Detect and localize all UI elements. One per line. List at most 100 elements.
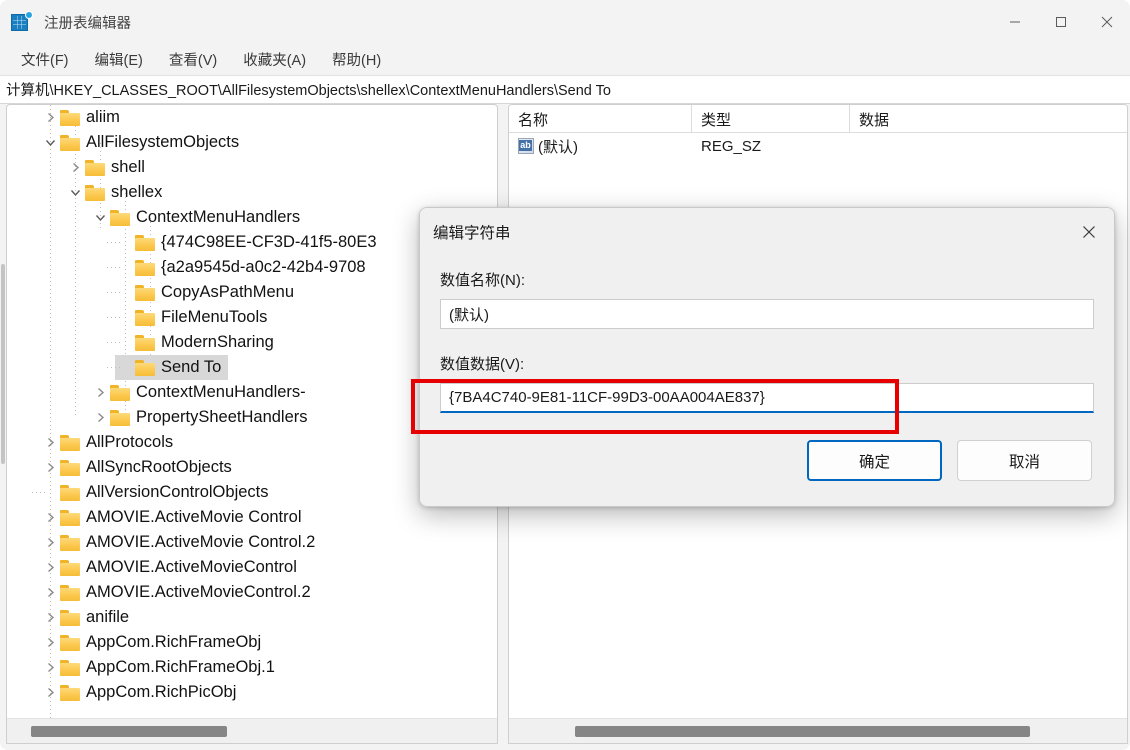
chevron-right-icon[interactable] <box>40 555 60 580</box>
value-name-cell: ab (默认) <box>509 136 692 157</box>
tree-item-label: shell <box>111 158 145 176</box>
tree-item-label: AMOVIE.ActiveMovie Control.2 <box>86 533 316 551</box>
address-bar[interactable]: 计算机\HKEY_CLASSES_ROOT\AllFilesystemObjec… <box>0 76 1130 104</box>
tree-item-label: anifile <box>86 608 130 626</box>
value-data-input[interactable]: {7BA4C740-9E81-11CF-99D3-00AA004AE837} <box>440 383 1094 413</box>
folder-icon <box>135 334 155 351</box>
dialog-close-icon[interactable] <box>1066 212 1112 252</box>
table-row[interactable]: ab (默认) REG_SZ <box>509 133 1127 159</box>
menu-favorites[interactable]: 收藏夹(A) <box>233 46 316 73</box>
tree-item-label: ModernSharing <box>161 333 274 351</box>
chevron-right-icon[interactable] <box>40 680 60 705</box>
value-name-input[interactable]: (默认) <box>440 299 1094 329</box>
value-data-input-text: {7BA4C740-9E81-11CF-99D3-00AA004AE837} <box>449 389 765 406</box>
tree-item-amovie-activemoviecontrol-2[interactable]: AMOVIE.ActiveMovieControl.2 <box>7 580 497 605</box>
close-button[interactable] <box>1084 0 1130 44</box>
dialog-title: 编辑字符串 <box>433 225 511 242</box>
tree-item-label: ContextMenuHandlers- <box>136 383 306 401</box>
chevron-right-icon[interactable] <box>90 405 110 430</box>
tree-connector <box>107 242 121 243</box>
tree-item-label: AMOVIE.ActiveMovieControl.2 <box>86 583 311 601</box>
chevron-right-icon[interactable] <box>40 505 60 530</box>
chevron-right-icon[interactable] <box>65 155 85 180</box>
chevron-right-icon[interactable] <box>40 530 60 555</box>
chevron-right-icon[interactable] <box>40 580 60 605</box>
dialog-body: 数值名称(N): (默认) 数值数据(V): {7BA4C740-9E81-11… <box>420 256 1114 481</box>
menu-file[interactable]: 文件(F) <box>11 46 79 73</box>
folder-icon <box>135 359 155 376</box>
window-controls <box>992 0 1130 44</box>
tree-item-label: AMOVIE.ActiveMovie Control <box>86 508 302 526</box>
folder-icon <box>135 259 155 276</box>
tree-connector <box>107 292 121 293</box>
chevron-down-icon[interactable] <box>40 130 60 155</box>
tree-item-anifile[interactable]: anifile <box>7 605 497 630</box>
folder-icon <box>110 384 130 401</box>
tree-item-label: ContextMenuHandlers <box>136 208 301 226</box>
folder-icon <box>60 484 80 501</box>
maximize-button[interactable] <box>1038 0 1084 44</box>
tree-item-amovie-activemovie-control-2[interactable]: AMOVIE.ActiveMovie Control.2 <box>7 530 497 555</box>
folder-icon <box>135 309 155 326</box>
tree-connector <box>107 267 121 268</box>
chevron-right-icon[interactable] <box>40 605 60 630</box>
values-header-row: 名称 类型 数据 <box>509 105 1127 133</box>
tree-item-shellex[interactable]: shellex <box>7 180 497 205</box>
column-header-type[interactable]: 类型 <box>692 105 850 133</box>
tree-item-allfilesystemobjects[interactable]: AllFilesystemObjects <box>7 130 497 155</box>
menu-bar: 文件(F) 编辑(E) 查看(V) 收藏夹(A) 帮助(H) <box>0 44 1130 76</box>
tree-item-label: AppCom.RichFrameObj <box>86 633 262 651</box>
chevron-down-icon[interactable] <box>90 205 110 230</box>
chevron-right-icon[interactable] <box>40 105 60 130</box>
address-path: 计算机\HKEY_CLASSES_ROOT\AllFilesystemObjec… <box>6 83 611 99</box>
tree-vertical-scrollbar-thumb[interactable] <box>1 264 5 464</box>
folder-icon <box>85 159 105 176</box>
tree-item-appcom-richframeobj-1[interactable]: AppCom.RichFrameObj.1 <box>7 655 497 680</box>
string-value-icon: ab <box>518 138 534 154</box>
tree-item-aliim[interactable]: aliim <box>7 105 497 130</box>
folder-icon <box>135 284 155 301</box>
tree-item-amovie-activemoviecontrol[interactable]: AMOVIE.ActiveMovieControl <box>7 555 497 580</box>
tree-item-label: CopyAsPathMenu <box>161 283 294 301</box>
tree-item-amovie-activemovie-control[interactable]: AMOVIE.ActiveMovie Control <box>7 505 497 530</box>
folder-icon <box>135 234 155 251</box>
dialog-title-bar: 编辑字符串 <box>420 208 1114 256</box>
chevron-right-icon[interactable] <box>40 455 60 480</box>
menu-edit[interactable]: 编辑(E) <box>85 46 153 73</box>
ok-button[interactable]: 确定 <box>807 440 942 481</box>
column-header-name[interactable]: 名称 <box>509 105 692 133</box>
registry-editor-icon <box>11 11 33 33</box>
values-horizontal-scrollbar-thumb[interactable] <box>575 726 1030 737</box>
chevron-right-icon[interactable] <box>40 655 60 680</box>
tree-item-label: PropertySheetHandlers <box>136 408 308 426</box>
edit-string-dialog: 编辑字符串 数值名称(N): (默认) 数值数据(V): {7BA4C740-9… <box>419 207 1115 507</box>
chevron-right-icon[interactable] <box>40 430 60 455</box>
value-name-label: 数值名称(N): <box>440 272 525 289</box>
folder-icon <box>60 109 80 126</box>
chevron-right-icon[interactable] <box>90 380 110 405</box>
value-name-input-text: (默认) <box>449 306 489 324</box>
tree-item-label: AllSyncRootObjects <box>86 458 232 476</box>
tree-horizontal-scrollbar[interactable] <box>7 718 497 743</box>
folder-icon <box>60 684 80 701</box>
values-horizontal-scrollbar[interactable] <box>509 718 1127 743</box>
chevron-down-icon[interactable] <box>65 180 85 205</box>
tree-item-appcom-richframeobj[interactable]: AppCom.RichFrameObj <box>7 630 497 655</box>
window-title: 注册表编辑器 <box>44 15 131 32</box>
tree-item-appcom-richpicobj[interactable]: AppCom.RichPicObj <box>7 680 497 705</box>
column-header-data[interactable]: 数据 <box>850 105 1127 133</box>
minimize-button[interactable] <box>992 0 1038 44</box>
registry-editor-window: 注册表编辑器 文件(F) 编辑(E) 查看(V) 收藏夹(A) 帮助(H) 计算… <box>0 0 1130 750</box>
title-bar: 注册表编辑器 <box>0 0 1130 44</box>
tree-item-label: AllFilesystemObjects <box>86 133 240 151</box>
tree-connector <box>107 317 121 318</box>
tree-item-label: Send To <box>161 358 222 376</box>
folder-icon <box>60 534 80 551</box>
cancel-button[interactable]: 取消 <box>957 440 1092 481</box>
tree-item-shell[interactable]: shell <box>7 155 497 180</box>
menu-help[interactable]: 帮助(H) <box>322 46 391 73</box>
folder-icon <box>60 459 80 476</box>
chevron-right-icon[interactable] <box>40 630 60 655</box>
menu-view[interactable]: 查看(V) <box>159 46 227 73</box>
tree-horizontal-scrollbar-thumb[interactable] <box>31 726 227 737</box>
